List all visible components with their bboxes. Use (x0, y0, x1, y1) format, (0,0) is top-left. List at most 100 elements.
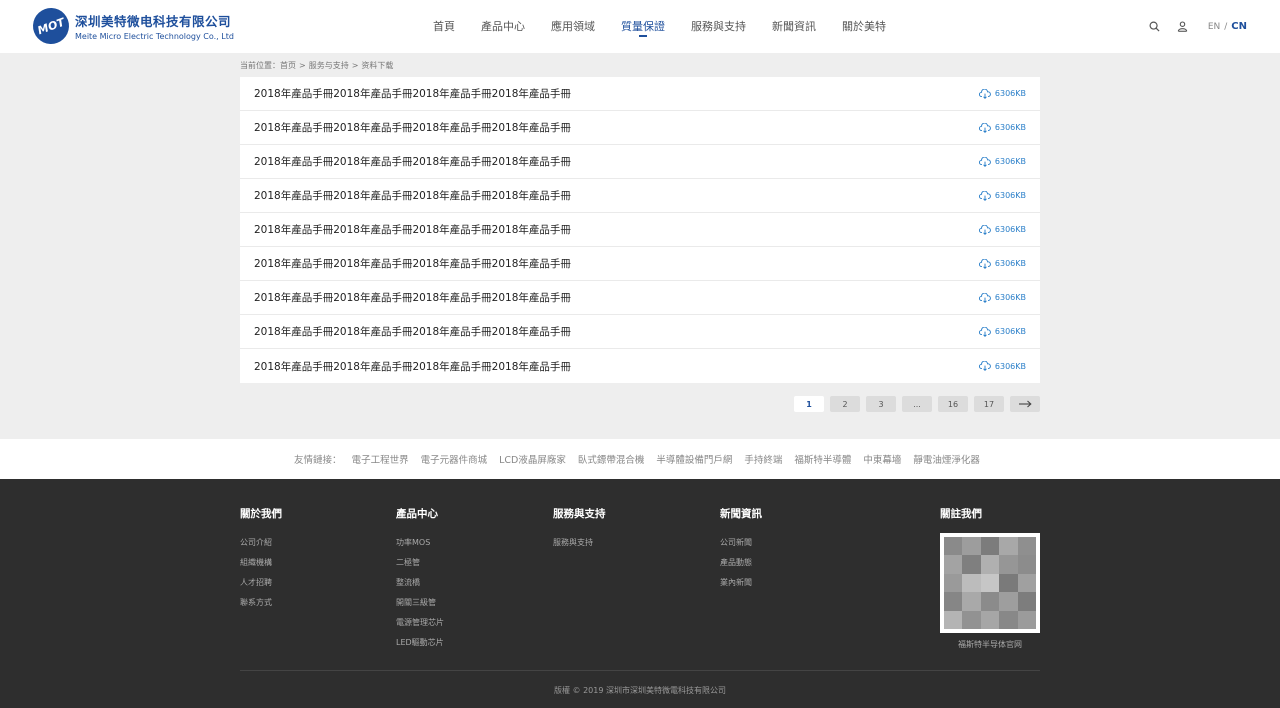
site-footer: 關於我們 公司介紹 組織機構 人才招聘 聯系方式 產品中心 功率MOS 二極管 整流橋 開關三級管… (0, 479, 1280, 708)
qr-cell (962, 610, 981, 629)
footer-link[interactable]: 聯系方式 (240, 593, 282, 613)
cloud-download-icon (978, 292, 991, 303)
file-size: 6306KB (994, 327, 1026, 336)
qr-caption: 福斯特半导体官网 (958, 640, 1022, 649)
qr-cell (999, 573, 1018, 593)
qr-cell (962, 555, 981, 574)
friend-link[interactable]: LCD液晶屏廠家 (499, 452, 566, 466)
download-link[interactable]: 6306KB (978, 156, 1026, 167)
download-row: 2018年產品手冊2018年產品手冊2018年產品手冊2018年產品手冊 6306… (240, 247, 1040, 281)
footer-link[interactable]: 二極管 (396, 553, 444, 573)
download-link[interactable]: 6306KB (978, 122, 1026, 133)
qr-cell (999, 610, 1018, 629)
qr-code-image (940, 533, 1040, 633)
footer-link[interactable]: 整流橋 (396, 573, 444, 593)
download-link[interactable]: 6306KB (978, 326, 1026, 337)
nav-item[interactable]: 產品中心 (481, 0, 525, 53)
nav-item[interactable]: 關於美特 (842, 0, 886, 53)
search-icon[interactable] (1146, 18, 1164, 36)
footer-follow-title: 關註我們 (940, 508, 982, 520)
download-link[interactable]: 6306KB (978, 258, 1026, 269)
nav-item[interactable]: 新聞資訊 (772, 0, 816, 53)
download-title[interactable]: 2018年產品手冊2018年產品手冊2018年產品手冊2018年產品手冊 (254, 222, 571, 237)
footer-link[interactable]: 開關三級管 (396, 593, 444, 613)
footer-column: 新聞資訊 公司新聞 產品動態 業內新聞 (720, 506, 762, 593)
footer-link[interactable]: 組織機構 (240, 553, 282, 573)
footer-divider (240, 670, 1040, 671)
logo[interactable]: MOT 深圳美特微电科技有限公司 Meite Micro Electric Te… (27, 2, 234, 50)
footer-link[interactable]: 公司新聞 (720, 533, 762, 553)
file-size: 6306KB (994, 157, 1026, 166)
breadcrumb-home-link[interactable]: 首页 (280, 61, 296, 70)
download-link[interactable]: 6306KB (978, 224, 1026, 235)
qr-cell (962, 592, 981, 611)
download-title[interactable]: 2018年產品手冊2018年產品手冊2018年產品手冊2018年產品手冊 (254, 154, 571, 169)
friend-link[interactable]: 手持終端 (744, 452, 782, 466)
file-size: 6306KB (994, 191, 1026, 200)
download-title[interactable]: 2018年產品手冊2018年產品手冊2018年產品手冊2018年產品手冊 (254, 120, 571, 135)
download-link[interactable]: 6306KB (978, 190, 1026, 201)
main-nav: 首頁 產品中心 應用領域 質量保證 服務與支持 新聞資訊 關於美特 (433, 0, 912, 53)
user-icon[interactable] (1174, 18, 1192, 36)
nav-item[interactable]: 服務與支持 (691, 0, 746, 53)
download-link[interactable]: 6306KB (978, 361, 1026, 371)
footer-link[interactable]: 人才招聘 (240, 573, 282, 593)
download-title[interactable]: 2018年產品手冊2018年產品手冊2018年產品手冊2018年產品手冊 (254, 359, 571, 374)
footer-column: 關於我們 公司介紹 組織機構 人才招聘 聯系方式 (240, 506, 282, 613)
lang-cn-link[interactable]: CN (1231, 21, 1247, 32)
page-button[interactable]: 3 (866, 396, 896, 412)
nav-item[interactable]: 質量保證 (621, 0, 665, 53)
cloud-download-icon (978, 156, 991, 167)
footer-link[interactable]: 產品動態 (720, 553, 762, 573)
nav-item[interactable]: 應用領域 (551, 0, 595, 53)
page-button[interactable]: 1 (794, 396, 824, 412)
friend-link[interactable]: 臥式鏢帶混合機 (578, 452, 645, 466)
download-link[interactable]: 6306KB (978, 292, 1026, 303)
file-size: 6306KB (994, 89, 1026, 98)
page-button[interactable]: 17 (974, 396, 1004, 412)
download-row: 2018年產品手冊2018年產品手冊2018年產品手冊2018年產品手冊 6306… (240, 111, 1040, 145)
page-button[interactable]: 16 (938, 396, 968, 412)
friend-link[interactable]: 靜電油煙淨化器 (913, 452, 980, 466)
nav-item[interactable]: 首頁 (433, 0, 455, 53)
footer-link[interactable]: LED驅動芯片 (396, 633, 444, 653)
breadcrumb-service-link[interactable]: 服务与支持 (309, 61, 349, 70)
qr-cell (980, 610, 1000, 629)
friend-links-label: 友情鏈接： (294, 455, 342, 466)
qr-cell (999, 537, 1018, 556)
footer-link[interactable]: 公司介紹 (240, 533, 282, 553)
qr-cell (1017, 610, 1036, 629)
download-title[interactable]: 2018年產品手冊2018年產品手冊2018年產品手冊2018年產品手冊 (254, 256, 571, 271)
download-row: 2018年產品手冊2018年產品手冊2018年產品手冊2018年產品手冊 6306… (240, 213, 1040, 247)
download-link[interactable]: 6306KB (978, 88, 1026, 99)
friend-link[interactable]: 半導體設備門戶網 (656, 452, 732, 466)
breadcrumb-current: 资料下载 (361, 61, 394, 70)
qr-cell (1017, 537, 1036, 556)
download-title[interactable]: 2018年產品手冊2018年產品手冊2018年產品手冊2018年產品手冊 (254, 188, 571, 203)
cloud-download-icon (978, 88, 991, 99)
qr-cell (962, 573, 981, 593)
friend-link[interactable]: 福斯特半導體 (794, 452, 851, 466)
friend-link[interactable]: 中東幕墻 (863, 452, 901, 466)
friend-link[interactable]: 電子元器件商城 (421, 452, 488, 466)
download-title[interactable]: 2018年產品手冊2018年產品手冊2018年產品手冊2018年產品手冊 (254, 290, 571, 305)
cloud-download-icon (978, 361, 991, 371)
page-button[interactable]: 2 (830, 396, 860, 412)
footer-link[interactable]: 電源管理芯片 (396, 613, 444, 633)
qr-cell (944, 592, 963, 611)
download-title[interactable]: 2018年產品手冊2018年產品手冊2018年產品手冊2018年產品手冊 (254, 86, 571, 101)
lang-en-link[interactable]: EN (1208, 22, 1220, 32)
next-page-button[interactable] (1010, 396, 1040, 412)
download-title[interactable]: 2018年產品手冊2018年產品手冊2018年產品手冊2018年產品手冊 (254, 324, 571, 339)
friend-links: 友情鏈接： 電子工程世界 電子元器件商城 LCD液晶屏廠家 臥式鏢帶混合機 半導體設備門… (0, 439, 1280, 479)
footer-link[interactable]: 功率MOS (396, 533, 444, 553)
cloud-download-icon (978, 122, 991, 133)
friend-link[interactable]: 電子工程世界 (352, 452, 409, 466)
qr-cell (999, 555, 1018, 574)
footer-link[interactable]: 服務與支持 (553, 533, 606, 553)
qr-cell (944, 610, 963, 629)
cloud-download-icon (978, 224, 991, 235)
site-header: MOT 深圳美特微电科技有限公司 Meite Micro Electric Te… (0, 0, 1280, 53)
footer-link[interactable]: 業內新聞 (720, 573, 762, 593)
qr-cell (980, 592, 1000, 611)
